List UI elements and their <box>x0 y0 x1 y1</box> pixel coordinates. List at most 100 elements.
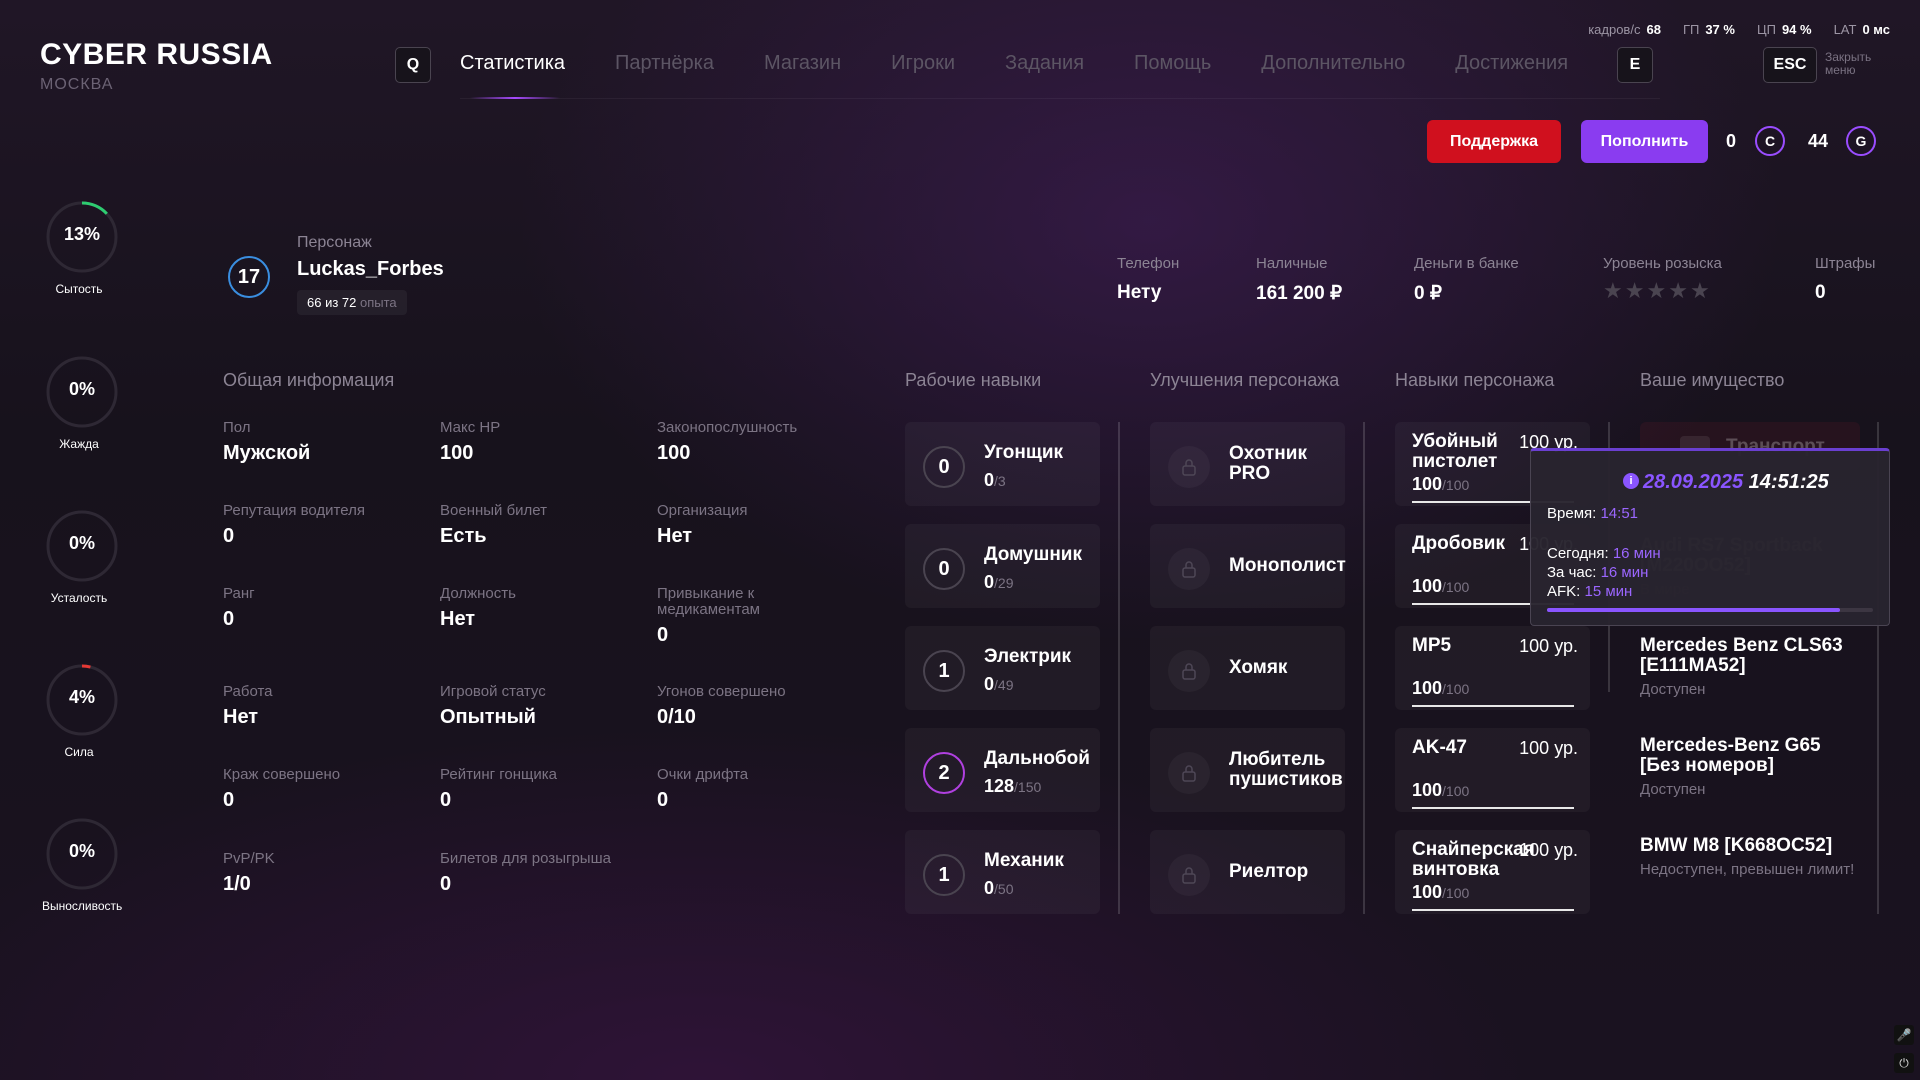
need-label: Сила <box>64 745 94 759</box>
info-value: 0 <box>440 873 452 895</box>
tooltip-progress-fill <box>1547 608 1841 612</box>
tab-tasks[interactable]: Задания <box>1005 52 1084 75</box>
city-label: МОСКВА <box>40 76 114 93</box>
close-menu-label[interactable]: Закрыть меню <box>1825 51 1895 77</box>
info-label: Билетов для розыгрыша <box>440 850 611 867</box>
need-label: Выносливость <box>42 899 123 913</box>
tab-achievements[interactable]: Достижения <box>1455 52 1568 75</box>
vehicle-item[interactable]: Mercedes-Benz G65 [Без номеров] Доступен <box>1640 736 1860 798</box>
upgrades-title: Улучшения персонажа <box>1150 370 1340 390</box>
skill-name: Электрик <box>984 646 1072 667</box>
info-item: Работа Нет <box>223 684 423 729</box>
tab-partner[interactable]: Партнёрка <box>615 52 714 75</box>
upgrade-name: Монополист <box>1229 555 1346 576</box>
skill-progress: 128/150 <box>984 776 1042 796</box>
weapon-progress: 100/100 <box>1412 576 1470 596</box>
info-value: 0 <box>223 608 235 630</box>
wanted-level-stat: Уровень розыска ★★★★★ <box>1603 255 1722 303</box>
info-item: Законопослушность 100 <box>657 420 857 465</box>
weapon-progress: 100/100 <box>1412 474 1470 494</box>
work-skill-card[interactable]: 1 Механик 0/50 <box>905 830 1100 914</box>
character-name: Luckas_Forbes <box>297 258 444 280</box>
work-skill-card[interactable]: 2 Дальнобой 128/150 <box>905 728 1100 812</box>
topup-button[interactable]: Пополнить <box>1581 120 1708 163</box>
weapon-level: 100 ур. <box>1519 840 1578 860</box>
currency-c-icon: C <box>1755 126 1785 156</box>
info-item: Рейтинг гонщика 0 <box>440 767 640 812</box>
weapon-progress: 100/100 <box>1412 678 1470 698</box>
info-label: Рейтинг гонщика <box>440 766 557 783</box>
info-item: Организация Нет <box>657 503 857 548</box>
upgrade-name: Охотник PRO <box>1229 443 1307 484</box>
info-label: Очки дрифта <box>657 766 749 783</box>
info-value: 0 <box>657 789 669 811</box>
info-value: Мужской <box>223 442 311 464</box>
upgrade-name: Любитель пушистиков <box>1229 749 1343 790</box>
tooltip-datetime: 28.09.2025 14:51:25 <box>1643 471 1829 493</box>
divider <box>1363 422 1365 914</box>
info-item: Билетов для розыгрыша 0 <box>440 851 640 896</box>
weapon-name: Снайперская винтовка <box>1412 839 1535 880</box>
vehicle-item[interactable]: Mercedes Benz CLS63 [E111MA52] Доступен <box>1640 636 1860 698</box>
cpu-stat: ЦП 94 % <box>1756 22 1812 37</box>
vehicle-item[interactable]: BMW M8 [K668OC52] Недоступен, превышен ли… <box>1640 836 1860 878</box>
upgrade-card[interactable]: Монополист <box>1150 524 1346 608</box>
vehicle-status: Недоступен, превышен лимит! <box>1640 861 1855 878</box>
tab-additional[interactable]: Дополнительно <box>1261 52 1405 75</box>
skill-name: Дальнобой <box>984 748 1090 769</box>
info-value: 100 <box>440 442 474 464</box>
tab-help[interactable]: Помощь <box>1134 52 1211 75</box>
upgrade-card[interactable]: Хомяк <box>1150 626 1345 710</box>
need-value: 0% <box>68 379 95 399</box>
upgrade-name: Хомяк <box>1229 657 1288 678</box>
weapon-skill-card[interactable]: Снайперская винтовка 100 ур. 100/100 <box>1395 830 1590 914</box>
search-key-button[interactable]: Q <box>395 47 431 83</box>
tab-players[interactable]: Игроки <box>891 52 955 75</box>
info-label: Работа <box>223 683 273 700</box>
weapon-name: AK-47 <box>1412 737 1467 758</box>
weapon-progress-bar <box>1412 909 1574 911</box>
upgrade-card[interactable]: Риелтор <box>1150 830 1345 914</box>
power-icon[interactable]: ⏻ <box>1894 1053 1914 1073</box>
weapon-skill-card[interactable]: AK-47 100 ур. 100/100 <box>1395 728 1590 812</box>
main-nav: Статистика Партнёрка Магазин Игроки Зада… <box>460 52 1568 75</box>
support-button[interactable]: Поддержка <box>1427 120 1561 163</box>
active-tab-indicator <box>470 97 560 99</box>
char-skills-title: Навыки персонажа <box>1395 370 1555 390</box>
need-value: 4% <box>68 687 95 707</box>
tooltip-today: Сегодня: 16 мин <box>1547 545 1661 562</box>
e-key-button[interactable]: E <box>1617 47 1653 83</box>
info-label: Военный билет <box>440 502 548 519</box>
info-label: PvP/PK <box>223 850 275 867</box>
microphone-icon[interactable]: 🎤 <box>1894 1025 1914 1045</box>
work-skills-title: Рабочие навыки <box>905 370 1042 390</box>
nav-divider <box>460 98 1660 99</box>
tab-statistics[interactable]: Статистика <box>460 52 565 75</box>
work-skill-card[interactable]: 1 Электрик 0/49 <box>905 626 1100 710</box>
skill-name: Угонщик <box>984 442 1064 463</box>
info-item: Игровой статус Опытный <box>440 684 640 729</box>
info-label: Макс HP <box>440 419 501 436</box>
lock-icon <box>1168 854 1210 896</box>
info-item: Пол Мужской <box>223 420 423 465</box>
vehicle-status: Доступен <box>1640 681 1706 698</box>
work-skill-card[interactable]: 0 Домушник 0/29 <box>905 524 1100 608</box>
need-value: 0% <box>68 841 95 861</box>
upgrade-card[interactable]: Любитель пушистиков <box>1150 728 1345 812</box>
experience-chip: 66 из 72 опыта <box>297 290 407 315</box>
work-skill-card[interactable]: 0 Угонщик 0/3 <box>905 422 1100 506</box>
skill-progress: 0/3 <box>984 470 1006 490</box>
info-value: 0 <box>440 789 452 811</box>
need-meter: 0% Выносливость <box>42 817 123 913</box>
lock-icon <box>1168 446 1210 488</box>
upgrade-card[interactable]: Охотник PRO <box>1150 422 1345 506</box>
need-meter: 13% Сытость <box>45 200 119 296</box>
tab-shop[interactable]: Магазин <box>764 52 841 75</box>
weapon-skill-card[interactable]: MP5 100 ур. 100/100 <box>1395 626 1590 710</box>
skill-progress: 0/50 <box>984 878 1014 898</box>
skill-name: Домушник <box>984 544 1082 565</box>
esc-key-button[interactable]: ESC <box>1763 47 1817 83</box>
bank-stat: Деньги в банке 0 ₽ <box>1414 255 1519 304</box>
info-label: Репутация водителя <box>223 502 365 519</box>
latency-stat: LAT 0 мс <box>1833 22 1890 37</box>
